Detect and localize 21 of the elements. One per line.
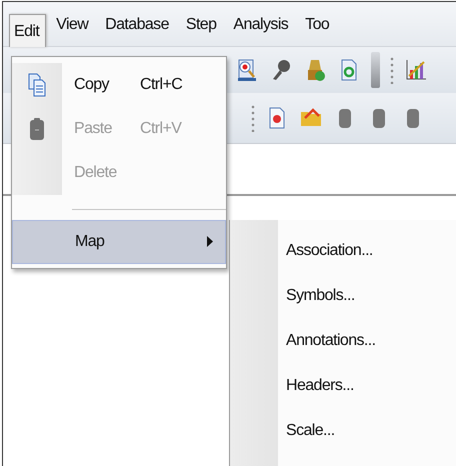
toolbar-grip-icon[interactable] [251, 104, 255, 132]
menu-item[interactable]: Headers... [286, 363, 354, 408]
menu-bar-item[interactable]: Analysis [228, 8, 296, 40]
menu-bar-item[interactable]: Edit [9, 14, 46, 46]
menu-bar-item[interactable]: View [51, 8, 96, 40]
menu-item[interactable]: Symbols... [286, 273, 355, 318]
menu-bar-item[interactable]: Too [300, 8, 336, 40]
submenu-arrow-icon [207, 236, 213, 247]
menu-bar-item[interactable]: Database [100, 8, 176, 40]
copy-icon [27, 73, 47, 97]
menu-item[interactable]: Map [12, 220, 226, 264]
toolbar-overflow-icon[interactable] [371, 52, 380, 88]
chart-icon[interactable] [404, 58, 428, 82]
menu-item[interactable]: Association... [286, 228, 373, 273]
menu-item[interactable]: Scale... [286, 408, 335, 453]
clipboard-icon [27, 117, 47, 141]
menu-bar-item[interactable]: Step [180, 8, 224, 40]
toolbar-grip-icon[interactable] [390, 56, 394, 84]
magnifier-document-icon[interactable] [235, 58, 259, 82]
menu-item[interactable]: Copy Ctrl+C [12, 63, 226, 107]
menu-item[interactable]: Annotations... [286, 318, 376, 363]
